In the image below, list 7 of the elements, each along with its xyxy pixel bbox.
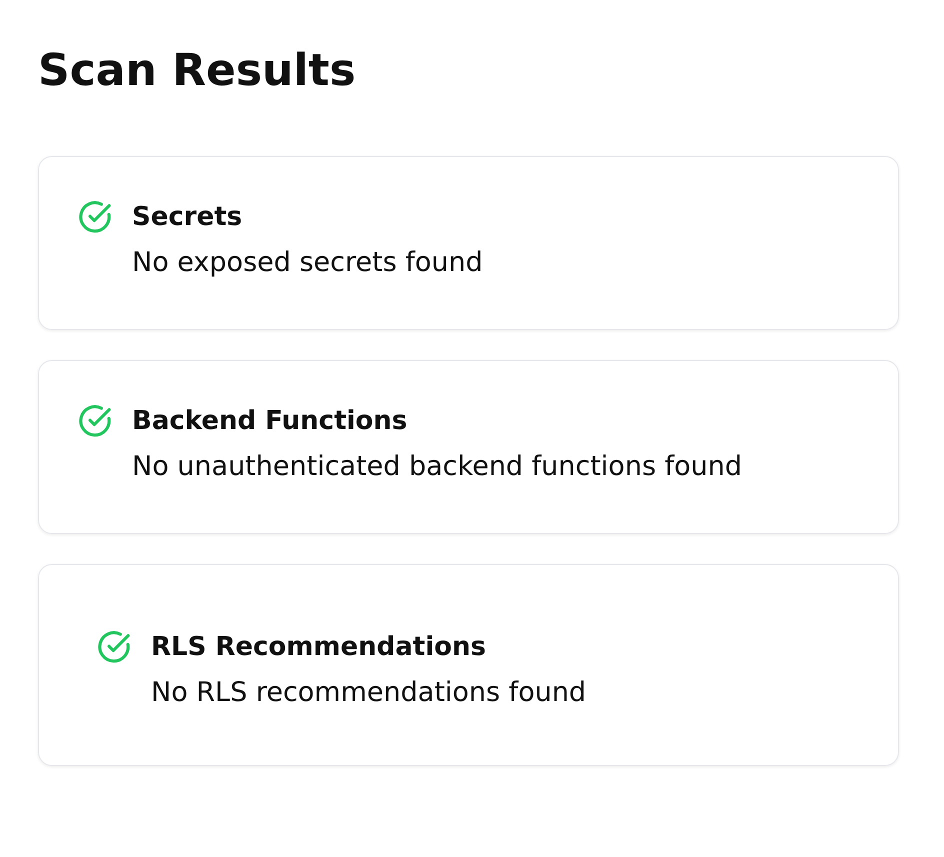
result-message: No RLS recommendations found — [151, 676, 588, 710]
result-message: No unauthenticated backend functions found — [132, 450, 743, 484]
result-title: RLS Recommendations — [151, 631, 486, 664]
result-message: No exposed secrets found — [132, 246, 484, 280]
page-title: Scan Results — [38, 44, 357, 98]
result-title: Backend Functions — [132, 405, 408, 438]
result-title: Secrets — [132, 201, 242, 234]
